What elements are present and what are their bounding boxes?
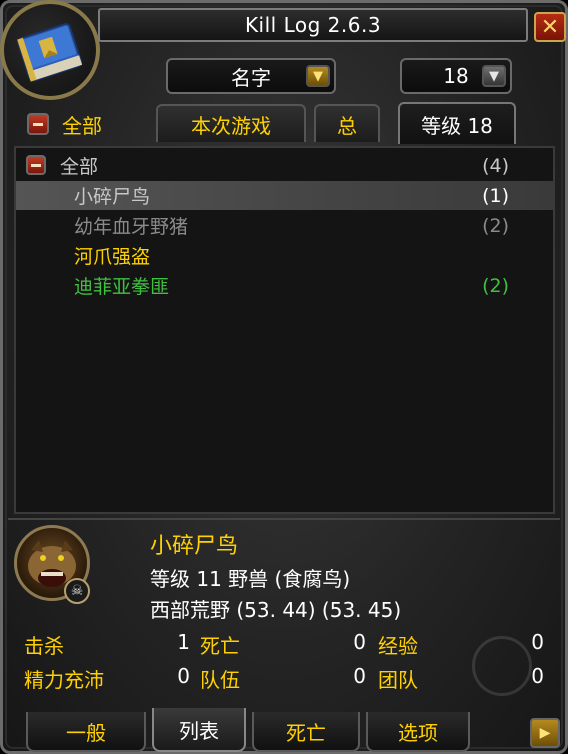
creature-location: 西部荒野 (53. 44) (53. 45) — [150, 598, 402, 622]
tab-total[interactable]: 总 — [314, 104, 380, 142]
list-item[interactable]: 幼年血牙野猪 (2) — [16, 211, 553, 240]
list-item-count: (1) — [482, 184, 509, 207]
creature-name: 小碎尸鸟 — [150, 534, 239, 559]
creature-level-type: 等级 11 野兽 (食腐鸟) — [150, 567, 351, 591]
party-label: 队伍 — [200, 668, 240, 692]
list-header-label: 全部 — [60, 156, 99, 178]
raid-label: 团队 — [378, 668, 418, 692]
tab-session[interactable]: 本次游戏 — [156, 104, 306, 142]
tab-deaths[interactable]: 死亡 — [252, 712, 360, 752]
sort-dropdown[interactable]: 名字 ▼ — [166, 58, 336, 94]
kills-label: 击杀 — [24, 634, 64, 658]
party-value: 0 — [353, 664, 366, 688]
level-dropdown-value: 18 — [443, 64, 469, 88]
tab-list[interactable]: 列表 — [152, 708, 246, 752]
list-item-name: 小碎尸鸟 — [74, 186, 151, 208]
collapse-all-button[interactable] — [27, 113, 49, 135]
list-item-count: (2) — [482, 274, 509, 297]
collapse-list-button[interactable] — [26, 155, 46, 175]
list-item-count: (2) — [482, 214, 509, 237]
chevron-down-icon[interactable]: ▼ — [482, 65, 506, 87]
level-dropdown[interactable]: 18 ▼ — [400, 58, 512, 94]
tab-general[interactable]: 一般 — [26, 712, 146, 752]
raid-value: 0 — [531, 664, 544, 688]
skull-icon: ☠ — [64, 578, 90, 604]
book-icon — [0, 0, 100, 100]
kills-value: 1 — [177, 630, 190, 654]
sort-dropdown-value: 名字 — [231, 65, 271, 90]
list-item[interactable]: 河爪强盗 — [16, 241, 553, 270]
tab-options[interactable]: 选项 — [366, 712, 470, 752]
chevron-down-icon[interactable]: ▼ — [306, 65, 330, 87]
rested-value: 0 — [177, 664, 190, 688]
all-label: 全部 — [62, 114, 102, 138]
tab-level[interactable]: 等级 18 — [398, 102, 516, 144]
next-page-button[interactable]: ▶ — [530, 718, 560, 748]
rested-label: 精力充沛 — [24, 668, 104, 692]
kill-list: 全部 (4) 小碎尸鸟 (1) 幼年血牙野猪 (2) 河爪强盗 迪菲亚拳匪 (2… — [14, 146, 555, 514]
deaths-value: 0 — [353, 630, 366, 654]
xp-value: 0 — [531, 630, 544, 654]
close-button[interactable]: ✕ — [534, 12, 566, 42]
deaths-label: 死亡 — [200, 634, 240, 658]
list-item-name: 迪菲亚拳匪 — [74, 276, 170, 298]
list-item-name: 河爪强盗 — [74, 246, 151, 268]
list-header-row[interactable]: 全部 (4) — [16, 151, 553, 180]
list-item[interactable]: 小碎尸鸟 (1) — [16, 181, 553, 210]
list-item[interactable]: 迪菲亚拳匪 (2) — [16, 271, 553, 300]
close-icon: ✕ — [540, 14, 560, 40]
list-header-count: (4) — [482, 154, 509, 177]
window-title: Kill Log 2.6.3 — [98, 8, 528, 42]
chevron-right-icon: ▶ — [539, 725, 551, 741]
list-item-name: 幼年血牙野猪 — [74, 216, 189, 238]
xp-label: 经验 — [378, 634, 418, 658]
